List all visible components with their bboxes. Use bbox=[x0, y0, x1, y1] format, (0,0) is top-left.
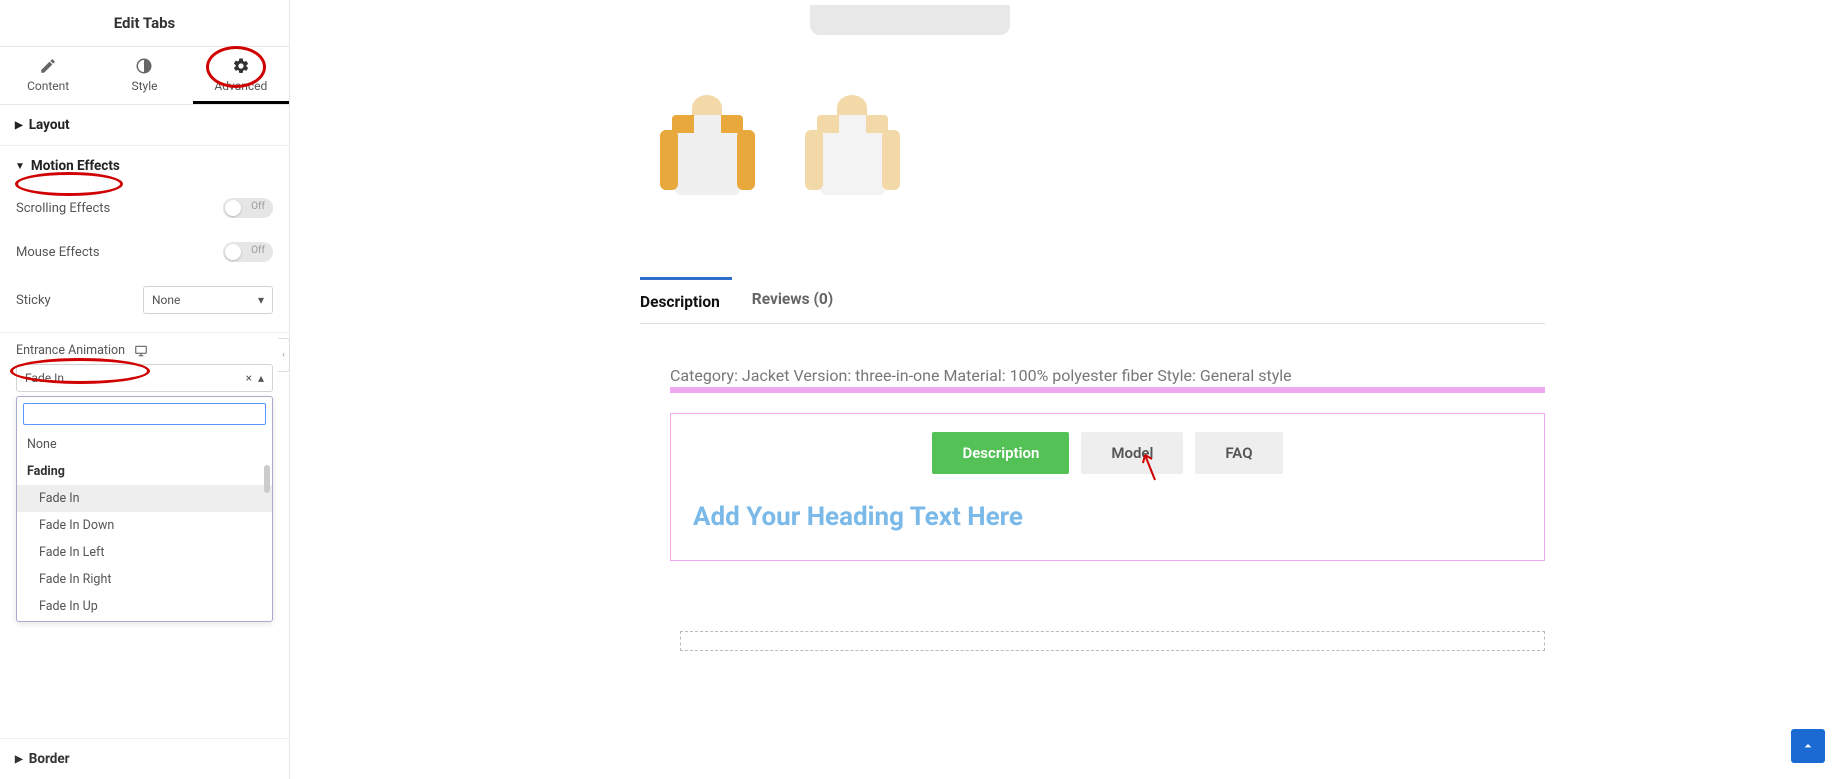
chevron-up-icon bbox=[1800, 738, 1816, 754]
entrance-animation-select[interactable]: Fade In × ▴ bbox=[16, 364, 273, 392]
divider-bar bbox=[670, 387, 1545, 393]
product-tabs: Description Reviews (0) bbox=[640, 280, 1545, 324]
dropdown-list[interactable]: None Fading Fade In Fade In Down Fade In… bbox=[17, 431, 272, 621]
section-border[interactable]: ▶ Border bbox=[0, 738, 289, 779]
entrance-animation-label: Entrance Animation bbox=[16, 343, 125, 358]
section-layout-label: Layout bbox=[29, 117, 70, 133]
tab-style[interactable]: Style bbox=[96, 47, 192, 104]
pencil-icon bbox=[39, 57, 57, 75]
drop-option-none[interactable]: None bbox=[17, 431, 272, 458]
editor-sidebar: Edit Tabs Content Style Advanced ▶ Layou… bbox=[0, 0, 290, 779]
sticky-select[interactable]: None ▾ bbox=[143, 286, 273, 314]
editor-tabs: Content Style Advanced bbox=[0, 46, 289, 105]
heading-placeholder[interactable]: Add Your Heading Text Here bbox=[671, 488, 1544, 536]
widget-tab-description[interactable]: Description bbox=[932, 432, 1069, 474]
product-thumbnails bbox=[650, 80, 1845, 220]
gear-icon bbox=[232, 57, 250, 75]
drop-option-fade-in[interactable]: Fade In bbox=[17, 485, 272, 512]
entrance-dropdown: None Fading Fade In Fade In Down Fade In… bbox=[16, 396, 273, 622]
mouse-effects-toggle[interactable]: Off bbox=[223, 242, 273, 262]
sidebar-title: Edit Tabs bbox=[0, 0, 289, 46]
caret-right-icon: ▶ bbox=[15, 120, 23, 131]
desktop-icon[interactable] bbox=[133, 344, 149, 358]
entrance-value: Fade In bbox=[25, 371, 64, 385]
chevron-down-icon: ▾ bbox=[258, 293, 264, 307]
sticky-label: Sticky bbox=[16, 293, 51, 308]
scroll-to-top-button[interactable] bbox=[1791, 729, 1825, 763]
widget-tab-faq[interactable]: FAQ bbox=[1195, 432, 1282, 474]
scrolling-effects-label: Scrolling Effects bbox=[16, 201, 110, 216]
caret-down-icon: ▼ bbox=[15, 161, 25, 172]
product-tab-description[interactable]: Description bbox=[640, 277, 732, 323]
tab-style-label: Style bbox=[131, 79, 157, 93]
product-main-image bbox=[790, 0, 1030, 35]
drop-option-fade-in-up[interactable]: Fade In Up bbox=[17, 593, 272, 620]
thumbnail-back[interactable] bbox=[795, 80, 910, 220]
caret-right-icon: ▶ bbox=[15, 754, 23, 765]
section-border-label: Border bbox=[29, 751, 70, 767]
tab-content-label: Content bbox=[27, 79, 69, 93]
drop-option-fade-in-left[interactable]: Fade In Left bbox=[17, 539, 272, 566]
tab-content[interactable]: Content bbox=[0, 47, 96, 104]
clear-icon[interactable]: × bbox=[246, 371, 252, 385]
product-tab-reviews[interactable]: Reviews (0) bbox=[752, 280, 845, 323]
section-motion-effects[interactable]: ▼ Motion Effects bbox=[0, 146, 289, 186]
sticky-value: None bbox=[152, 293, 180, 307]
drop-option-fade-in-right[interactable]: Fade In Right bbox=[17, 566, 272, 593]
drop-group-fading: Fading bbox=[17, 458, 272, 485]
section-layout[interactable]: ▶ Layout bbox=[0, 105, 289, 145]
thumbnail-front[interactable] bbox=[650, 80, 765, 220]
tab-advanced-label: Advanced bbox=[214, 79, 267, 93]
sidebar-collapse-handle[interactable]: ‹ bbox=[278, 338, 290, 372]
category-text: Category: Jacket Version: three-in-one M… bbox=[670, 366, 1545, 385]
scrolling-toggle-state: Off bbox=[251, 201, 265, 212]
dropdown-search-input[interactable] bbox=[23, 403, 266, 425]
chevron-up-icon: ▴ bbox=[258, 371, 264, 385]
section-motion-label: Motion Effects bbox=[31, 158, 120, 174]
drop-option-fade-in-down[interactable]: Fade In Down bbox=[17, 512, 272, 539]
mouse-toggle-state: Off bbox=[251, 245, 265, 256]
scrolling-effects-toggle[interactable]: Off bbox=[223, 198, 273, 218]
tab-advanced[interactable]: Advanced bbox=[193, 47, 289, 104]
preview-canvas: Description Reviews (0) Category: Jacket… bbox=[290, 0, 1845, 779]
contrast-icon bbox=[135, 57, 153, 75]
drop-zone[interactable] bbox=[680, 631, 1545, 651]
tabs-widget[interactable]: Description Model FAQ Add Your Heading T… bbox=[670, 413, 1545, 561]
drop-group-zooming: Zooming bbox=[17, 620, 272, 621]
widget-tab-model[interactable]: Model bbox=[1081, 432, 1183, 474]
dropdown-scrollbar[interactable] bbox=[264, 465, 270, 493]
mouse-effects-label: Mouse Effects bbox=[16, 245, 100, 260]
